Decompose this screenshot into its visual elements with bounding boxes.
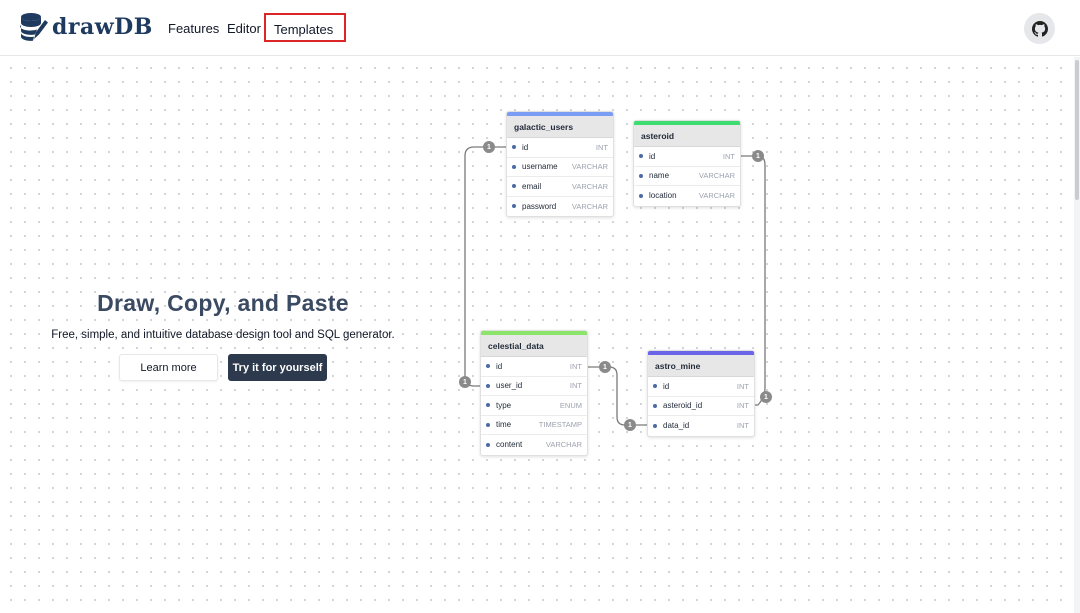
table-astro-mine[interactable]: astro_mine id INT asteroid_id INT data_id I… [647,350,755,437]
table-field[interactable]: user_id INT [481,377,587,396]
field-dot-icon [486,403,490,408]
table-field[interactable]: id INT [507,138,613,158]
nav-link-editor[interactable]: Editor [227,21,261,36]
cardinality-badge: 1 [459,376,471,388]
github-icon [1031,20,1048,37]
top-navbar: drawDB Features Editor Templates [0,0,1080,56]
table-celestial-data[interactable]: celestial_data id INT user_id INT type ENUM… [480,330,588,456]
learn-more-button[interactable]: Learn more [119,354,218,381]
cardinality-badge: 1 [760,391,772,403]
table-field[interactable]: password VARCHAR [507,197,613,217]
table-field[interactable]: id INT [481,357,587,377]
table-title: galactic_users [507,116,613,138]
table-field[interactable]: asteroid_id INT [648,397,754,416]
hero-title: Draw, Copy, and Paste [97,290,349,316]
field-dot-icon [486,383,490,388]
logo[interactable]: drawDB [20,12,153,42]
field-dot-icon [653,403,657,408]
field-dot-icon [512,145,516,150]
field-dot-icon [486,364,490,369]
field-dot-icon [639,154,643,159]
table-field[interactable]: data_id INT [648,416,754,436]
field-dot-icon [653,423,657,428]
field-dot-icon [512,184,516,189]
table-title: astro_mine [648,355,754,377]
table-field[interactable]: time TIMESTAMP [481,416,587,435]
field-dot-icon [653,384,657,389]
github-button[interactable] [1024,13,1055,44]
table-galactic-users[interactable]: galactic_users id INT username VARCHAR ema… [506,111,614,217]
field-dot-icon [512,204,516,209]
table-field[interactable]: username VARCHAR [507,158,613,177]
field-dot-icon [639,193,643,198]
table-field[interactable]: content VARCHAR [481,435,587,455]
scrollbar-thumb[interactable] [1075,60,1079,200]
table-asteroid[interactable]: asteroid id INT name VARCHAR location VARCH… [633,120,741,207]
table-field[interactable]: location VARCHAR [634,186,740,206]
table-field[interactable]: id INT [648,377,754,397]
table-field[interactable]: name VARCHAR [634,167,740,186]
cardinality-badge: 1 [624,419,636,431]
field-dot-icon [486,422,490,427]
nav-link-templates[interactable]: Templates [264,13,346,42]
table-field[interactable]: type ENUM [481,396,587,416]
brand-name: drawDB [52,14,153,40]
cardinality-badge: 1 [752,150,764,162]
cardinality-badge: 1 [599,361,611,373]
cardinality-badge: 1 [483,141,495,153]
try-it-button[interactable]: Try it for yourself [228,354,327,381]
table-title: asteroid [634,125,740,147]
table-field[interactable]: id INT [634,147,740,167]
hero-subtitle: Free, simple, and intuitive database des… [51,329,395,341]
table-title: celestial_data [481,335,587,357]
field-dot-icon [486,442,490,447]
database-logo-icon [20,13,48,41]
field-dot-icon [639,173,643,178]
field-dot-icon [512,164,516,169]
table-field[interactable]: email VARCHAR [507,177,613,197]
nav-link-features[interactable]: Features [168,21,219,36]
